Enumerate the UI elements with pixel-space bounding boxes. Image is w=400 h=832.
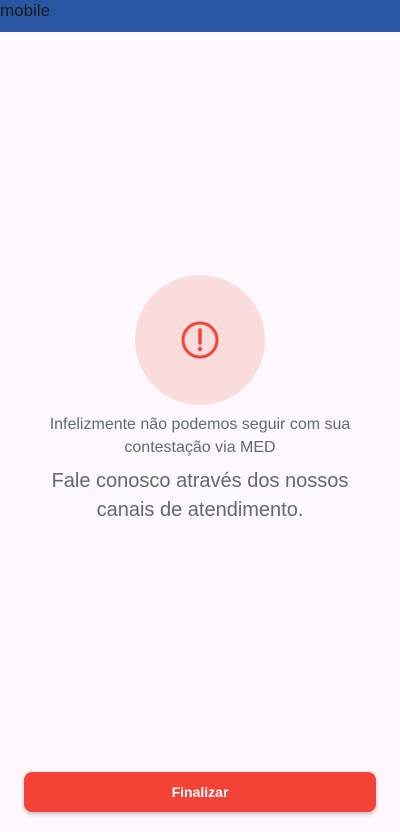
app-bar: [0, 0, 400, 32]
app-title: mobile: [0, 1, 51, 20]
alert-circle-icon: [181, 321, 219, 359]
support-message: Fale conosco através dos nossos canais d…: [51, 470, 349, 521]
finish-button[interactable]: Finalizar: [24, 772, 376, 812]
error-screen: mobile Infelizmente não podemos seguir c…: [0, 0, 400, 832]
alert-icon-container: [135, 275, 265, 405]
error-message: Infelizmente não podemos seguir com sua …: [49, 416, 351, 456]
